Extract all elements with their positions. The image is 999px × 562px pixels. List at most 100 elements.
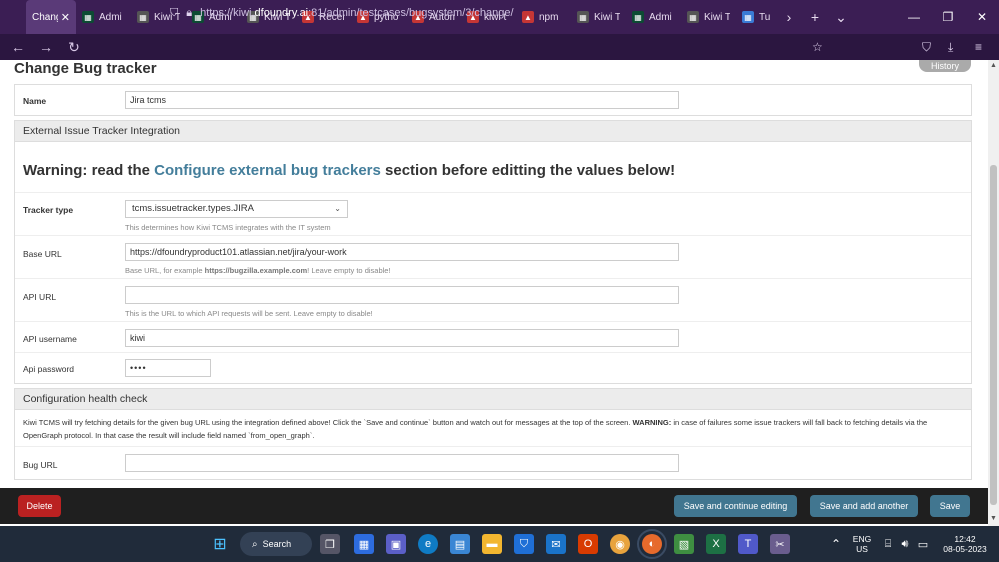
base-url-input[interactable]: https://dfoundryproduct101.atlassian.net… [125, 243, 679, 261]
health-text-part1: Kiwi TCMS will try fetching details for … [23, 418, 633, 427]
scroll-up-icon[interactable]: ▲ [988, 62, 999, 69]
browser-toolbar: ← → ↻ [0, 34, 999, 60]
show-hidden-icons-chevron-icon[interactable]: ⌃ [830, 526, 842, 562]
tracker-type-help: This determines how Kiwi TCMS integrates… [125, 223, 331, 232]
teams-icon[interactable]: T [738, 534, 758, 554]
tab-label: Change [32, 11, 58, 23]
base-url-label: Base URL [23, 249, 62, 259]
api-password-label: Api password [23, 364, 75, 374]
warning-suffix: section before editting the values below… [380, 162, 676, 179]
tracker-type-row: Tracker type tcms.issuetracker.types.JIR… [15, 193, 971, 236]
health-check-description: Kiwi TCMS will try fetching details for … [23, 416, 963, 442]
tracker-type-select[interactable]: tcms.issuetracker.types.JIRA ⌄ [125, 200, 348, 218]
warning-prefix: Warning: read the [23, 162, 155, 179]
bug-url-input[interactable] [125, 454, 679, 472]
warning-text: Warning: read the Configure external bug… [23, 162, 675, 179]
task-view-icon[interactable]: ❐ [320, 534, 340, 554]
windows-start-icon[interactable]: ⊞ [210, 534, 230, 554]
edge-browser-icon[interactable]: e [418, 534, 438, 554]
api-username-row: API username kiwi [15, 322, 971, 353]
django-favicon-icon: ▦ [82, 11, 94, 23]
scroll-down-icon[interactable]: ▼ [988, 515, 999, 522]
file-explorer-icon[interactable]: ▬ [482, 534, 502, 554]
close-window-button[interactable]: ✕ [965, 0, 999, 34]
api-url-input[interactable] [125, 286, 679, 304]
bug-url-label: Bug URL [23, 460, 58, 470]
page-scrollbar[interactable]: ▲ ▼ [988, 60, 999, 526]
api-username-label: API username [23, 334, 77, 344]
search-icon: ⌕ [252, 538, 258, 550]
save-button[interactable]: Save [930, 495, 970, 517]
clock-time: 12:42 [954, 534, 976, 544]
name-label: Name [23, 96, 47, 106]
bug-url-row: Bug URL [15, 447, 971, 479]
integration-header: External Issue Tracker Integration [15, 121, 971, 142]
tracker-type-value: tcms.issuetracker.types.JIRA [132, 203, 254, 214]
health-text-row: Kiwi TCMS will try fetching details for … [15, 410, 971, 447]
language-indicator[interactable]: ENG US [848, 526, 876, 562]
base-url-help: Base URL, for example https://bugzilla.e… [125, 266, 391, 275]
reload-icon[interactable]: ↻ [60, 39, 88, 56]
bookmark-star-icon[interactable]: ☆ [812, 34, 823, 60]
defender-shield-icon[interactable]: ⛉ [514, 534, 534, 554]
base-url-help-prefix: Base URL, for example [125, 266, 205, 275]
teams-chat-icon[interactable]: ▣ [386, 534, 406, 554]
configure-trackers-link[interactable]: Configure external bug trackers [154, 162, 381, 179]
battery-icon[interactable]: ▭ [916, 526, 930, 562]
api-password-row: Api password •••• [15, 353, 971, 383]
chevron-down-icon: ⌄ [334, 204, 341, 213]
url-prefix: https://kiwi. [200, 7, 255, 19]
save-continue-button[interactable]: Save and continue editing [674, 495, 797, 517]
language-bottom: US [856, 544, 868, 554]
integration-fieldset: External Issue Tracker Integration Warni… [14, 120, 972, 384]
menu-icon[interactable]: ≡ [975, 34, 982, 60]
base-url-help-example: https://bugzilla.example.com [204, 266, 308, 275]
forward-arrow-icon[interactable]: → [32, 39, 60, 55]
save-add-another-button[interactable]: Save and add another [810, 495, 918, 517]
page-content: Change Bug tracker History Name Jira tcm… [0, 60, 988, 488]
list-tabs-chevron-icon[interactable]: ⌄ [828, 9, 854, 26]
snipping-tool-icon[interactable]: ✂ [770, 534, 790, 554]
excel-icon[interactable]: X [706, 534, 726, 554]
mail-icon[interactable]: ✉ [546, 534, 566, 554]
tracker-type-label: Tracker type [23, 205, 74, 215]
store-icon[interactable]: ▤ [450, 534, 470, 554]
close-tab-icon[interactable]: ✕ [61, 11, 70, 24]
clock[interactable]: 12:42 08-05-2023 [938, 526, 992, 562]
chrome-icon[interactable]: ◉ [610, 534, 630, 554]
taskbar-search-label: Search [262, 539, 292, 549]
office-icon[interactable]: O [578, 534, 598, 554]
url-suffix: :81/admin/testcases/bugsystem/3/change/ [308, 7, 514, 19]
volume-icon[interactable]: 🔊︎ [898, 526, 912, 562]
history-button[interactable]: History [919, 60, 971, 72]
url-bar[interactable]: ⛉ 🔒︎ https://kiwi. dfoundry.ai:81/admin/t… [170, 4, 830, 22]
back-arrow-icon[interactable]: ← [4, 39, 32, 55]
photos-icon[interactable]: ▧ [674, 534, 694, 554]
scrollbar-thumb[interactable] [990, 165, 997, 505]
restore-button[interactable]: ❐ [931, 0, 965, 34]
base-url-help-suffix: ! Leave empty to disable! [307, 266, 391, 275]
name-fieldset: Name Jira tcms [14, 84, 972, 116]
widgets-icon[interactable]: ▦ [354, 534, 374, 554]
health-check-fieldset: Configuration health check Kiwi TCMS wil… [14, 388, 972, 480]
tab-label: Admi [99, 11, 122, 23]
downloads-icon[interactable]: ⤓ [948, 34, 953, 60]
api-password-input[interactable]: •••• [125, 359, 211, 377]
delete-button[interactable]: Delete [18, 495, 61, 517]
minimize-button[interactable]: — [897, 0, 931, 34]
pocket-icon[interactable]: ⛉ [922, 34, 931, 60]
tab[interactable]: ▦ Admi [76, 0, 131, 34]
clock-date: 08-05-2023 [943, 544, 987, 554]
shield-icon[interactable]: ⛉ [170, 7, 178, 20]
network-icon[interactable]: ⌸ [882, 526, 894, 562]
language-top: ENG [852, 534, 872, 544]
name-input[interactable]: Jira tcms [125, 91, 679, 109]
tab-active[interactable]: Change ✕ [26, 0, 76, 34]
api-url-help: This is the URL to which API requests wi… [125, 309, 373, 318]
api-username-input[interactable]: kiwi [125, 329, 679, 347]
api-url-row: API URL This is the URL to which API req… [15, 279, 971, 322]
lock-icon[interactable]: 🔒︎ [186, 7, 192, 20]
url-host: dfoundry.ai [254, 7, 309, 19]
taskbar-search-button[interactable]: ⌕ Search [240, 532, 312, 556]
firefox-icon[interactable]: ◐ [637, 529, 667, 559]
